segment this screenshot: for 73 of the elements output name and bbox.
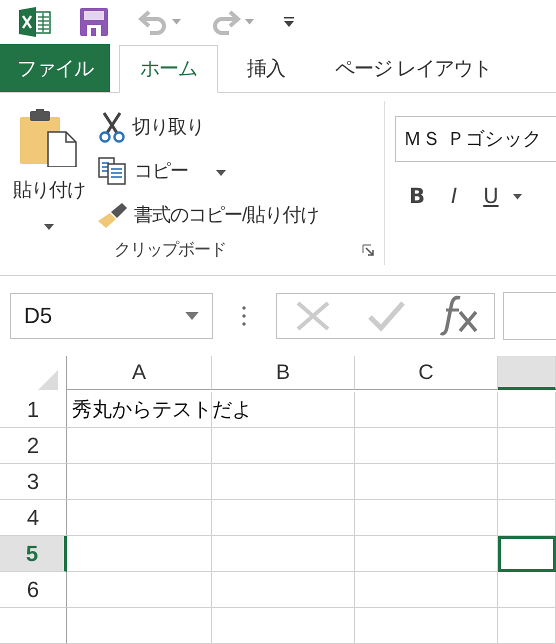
grid-cell[interactable] [355,428,498,464]
grid-cell[interactable] [355,608,498,644]
column-header[interactable] [498,356,556,390]
group-label: クリップボード [114,239,226,262]
grid-cell[interactable] [212,464,355,500]
cancel-icon[interactable] [295,300,331,331]
row-header[interactable]: 6 [0,572,67,608]
cut-button[interactable]: 切り取り [132,114,204,140]
grid-cell[interactable] [498,608,556,644]
underline-button[interactable]: U [483,184,499,208]
insert-function-icon[interactable] [440,294,480,337]
italic-button[interactable]: I [451,184,458,208]
scissors-icon [98,110,126,143]
paste-menu-icon [44,224,54,230]
grid-cell[interactable] [212,392,355,428]
undo-menu-icon [172,19,181,25]
grid-cell[interactable] [212,500,355,536]
select-all-icon[interactable] [38,370,58,390]
grid-cell[interactable] [355,572,498,608]
paste-button[interactable]: 貼り付け [13,176,85,203]
paintbrush-icon [98,200,128,229]
grid-cell[interactable] [67,608,212,644]
copy-menu-icon [216,170,226,176]
grid-cell[interactable] [212,428,355,464]
grid-cell[interactable] [67,428,212,464]
underline-menu-icon [512,194,522,200]
column-header[interactable]: C [355,356,498,390]
grid-cell[interactable] [67,464,212,500]
row-header[interactable]: 4 [0,500,67,536]
cell-text: 秀丸からテストだよ [72,398,252,423]
font-name-field[interactable]: ＭＳ Ｐゴシック [395,116,556,162]
ribbon-tab[interactable]: ホーム [119,44,218,93]
grid-cell[interactable] [355,536,498,572]
grid-cell[interactable] [212,536,355,572]
bold-button[interactable]: B [409,184,426,208]
row-header[interactable] [0,608,67,644]
row-header[interactable]: 3 [0,464,67,500]
copy-button[interactable]: コピー [134,158,188,184]
dropdown-caret-icon [185,312,199,320]
file-tab[interactable]: ファイル [0,44,110,92]
checkmark-icon[interactable] [366,300,404,332]
grid-cell[interactable] [355,464,498,500]
row-header[interactable]: 5 [0,536,67,572]
spreadsheet-app-icon [18,6,52,37]
name-box[interactable]: D5 [10,292,213,339]
copy-icon [98,156,128,185]
grid-cell[interactable] [212,608,355,644]
row-header[interactable]: 2 [0,428,67,464]
grid-cell[interactable] [67,572,212,608]
grid-cell[interactable] [212,572,355,608]
grid-cell[interactable] [498,572,556,608]
formula-input[interactable] [503,292,556,340]
grid-cell[interactable] [67,536,212,572]
grid-cell[interactable] [498,500,556,536]
redo-menu-icon [245,19,254,25]
undo-icon[interactable] [138,8,168,35]
grid-cell[interactable] [67,500,212,536]
grid-cell[interactable] [355,500,498,536]
redo-icon[interactable] [211,8,241,35]
more-options-icon[interactable] [242,306,246,326]
paste-icon [20,108,78,167]
column-header[interactable]: A [67,356,212,390]
grid-cell[interactable] [498,392,556,428]
grid-cell[interactable] [498,464,556,500]
selected-cell[interactable] [498,536,556,572]
customize-menu-icon[interactable] [284,16,294,27]
format-button[interactable]: 書式のコピー/貼り付け [134,202,318,228]
dialog-launcher-icon[interactable] [362,244,374,256]
column-header[interactable]: B [212,356,355,390]
grid-cell[interactable] [355,392,498,428]
row-header[interactable]: 1 [0,392,67,428]
save-icon[interactable] [80,8,108,36]
grid-cell[interactable] [498,428,556,464]
